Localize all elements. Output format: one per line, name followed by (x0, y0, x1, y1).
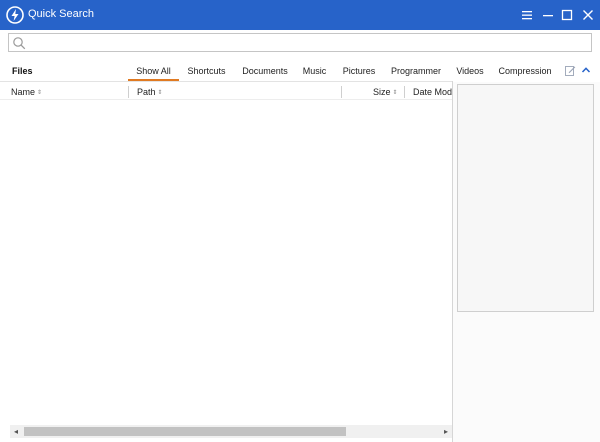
sort-icon: ⇕ (392, 90, 398, 96)
search-icon (13, 37, 26, 50)
preview-box (457, 84, 594, 312)
tab-videos[interactable]: Videos (453, 62, 487, 81)
tab-show-all[interactable]: Show All (128, 62, 179, 81)
tab-documents[interactable]: Documents (238, 62, 292, 81)
column-separator[interactable] (128, 86, 129, 98)
close-icon[interactable] (580, 7, 596, 23)
column-separator[interactable] (404, 86, 405, 98)
scroll-left-arrow-icon[interactable]: ◂ (10, 425, 22, 438)
app-title: Quick Search (28, 8, 95, 20)
column-header-name[interactable]: Name ⇕ (11, 87, 42, 97)
sort-icon: ⇕ (157, 90, 163, 96)
tabs-divider (0, 81, 452, 82)
maximize-icon[interactable] (559, 7, 575, 23)
column-header-date-label: Date Modi (413, 87, 452, 97)
scroll-right-arrow-icon[interactable]: ▸ (440, 425, 452, 438)
search-input[interactable] (29, 35, 587, 50)
files-section-label: Files (12, 66, 33, 76)
edit-tabs-icon[interactable] (565, 65, 576, 76)
tab-compression[interactable]: Compression (497, 62, 553, 81)
column-header-path-label: Path (137, 87, 156, 97)
panel-divider[interactable] (452, 81, 453, 442)
lightning-logo-icon (6, 6, 24, 24)
chevron-up-icon[interactable] (581, 65, 591, 75)
column-header-date-modified[interactable]: Date Modi (413, 87, 452, 97)
results-list[interactable] (0, 100, 452, 424)
title-bar: Quick Search (0, 0, 600, 30)
minimize-icon[interactable] (540, 7, 556, 23)
tab-programmer[interactable]: Programmer (389, 62, 443, 81)
column-separator[interactable] (341, 86, 342, 98)
horizontal-scrollbar[interactable]: ◂ ▸ (10, 425, 452, 438)
scrollbar-thumb[interactable] (24, 427, 346, 436)
tab-music[interactable]: Music (300, 62, 329, 81)
column-header-size[interactable]: Size ⇕ (373, 87, 398, 97)
sort-icon: ⇕ (37, 90, 43, 96)
tab-pictures[interactable]: Pictures (339, 62, 379, 81)
column-header-name-label: Name (11, 87, 36, 97)
tab-shortcuts[interactable]: Shortcuts (183, 62, 230, 81)
hamburger-menu-icon[interactable] (519, 7, 535, 23)
search-box[interactable] (8, 33, 592, 52)
column-header-size-label: Size (373, 87, 391, 97)
column-header-path[interactable]: Path ⇕ (137, 87, 163, 97)
